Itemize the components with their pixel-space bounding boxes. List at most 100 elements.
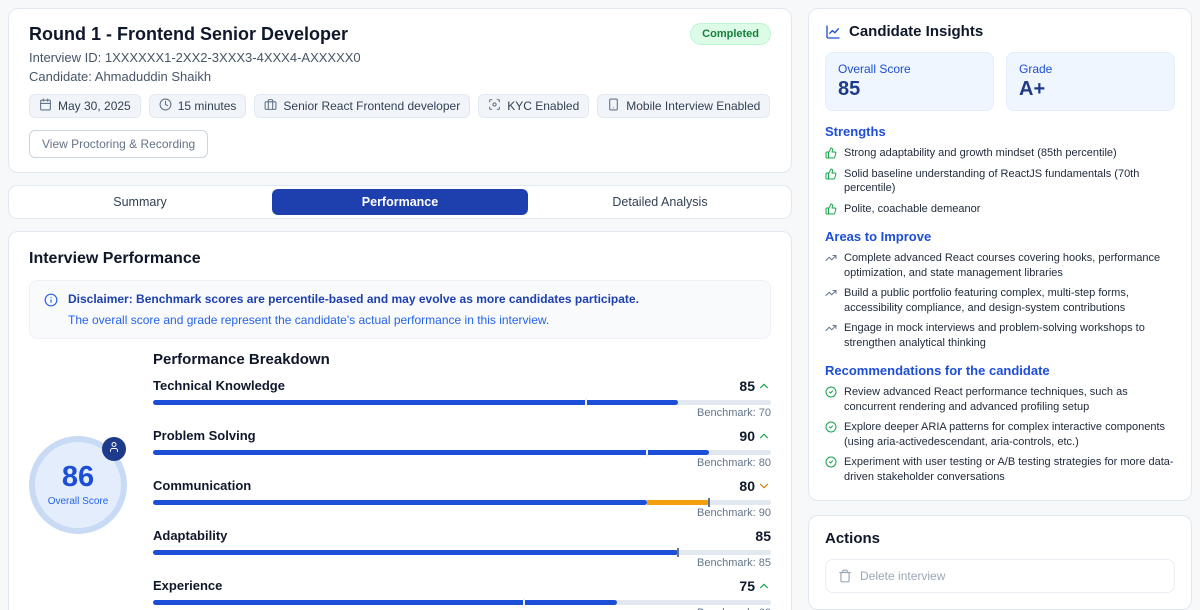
insight-item-text: Experiment with user testing or A/B test… (844, 455, 1175, 484)
chip-label: Mobile Interview Enabled (626, 99, 760, 113)
metric-label: Technical Knowledge (153, 378, 285, 393)
meta-chip: 15 minutes (149, 94, 247, 118)
trend-up-icon (757, 429, 771, 443)
stat-value: 85 (838, 78, 981, 101)
insight-item: Complete advanced React courses covering… (825, 251, 1175, 280)
stat-label: Grade (1019, 62, 1162, 76)
performance-title: Interview Performance (29, 250, 771, 268)
benchmark-tick (677, 548, 679, 557)
metric-progress-bar (153, 450, 771, 455)
trending-up-icon (825, 252, 837, 280)
metric-score: 85 (755, 528, 771, 544)
metric-label: Adaptability (153, 528, 227, 543)
chip-label: May 30, 2025 (58, 99, 131, 113)
insight-section: Recommendations for the candidate Review… (825, 363, 1175, 484)
insight-list: Strong adaptability and growth mindset (… (825, 146, 1175, 216)
trend-up-icon (757, 579, 771, 593)
check-circle-icon (825, 456, 837, 484)
chip-label: 15 minutes (178, 99, 237, 113)
performance-metric-row: Adaptability 85 Benchmark: 85 (153, 528, 771, 569)
metric-score: 80 (739, 478, 755, 494)
tab-performance[interactable]: Performance (272, 189, 528, 215)
check-circle-icon (825, 386, 837, 414)
disclaimer-line1: Disclaimer: Benchmark scores are percent… (68, 291, 639, 307)
grade-stat: Grade A+ (1006, 52, 1175, 111)
user-badge-icon (102, 437, 126, 461)
metric-benchmark-label: Benchmark: 70 (153, 407, 771, 419)
insight-item-text: Review advanced React performance techni… (844, 385, 1175, 414)
trend-down-icon (757, 479, 771, 493)
disclaimer-line2: The overall score and grade represent th… (68, 312, 639, 328)
insight-item: Engage in mock interviews and problem-so… (825, 321, 1175, 350)
delete-interview-label: Delete interview (860, 569, 945, 583)
tabs-bar: Summary Performance Detailed Analysis (8, 185, 792, 219)
overall-score-circle: 86 Overall Score (29, 436, 127, 534)
insight-item-text: Explore deeper ARIA patterns for complex… (844, 420, 1175, 449)
actions-title: Actions (825, 530, 1175, 547)
disclaimer-box: Disclaimer: Benchmark scores are percent… (29, 280, 771, 339)
interview-header-card: Round 1 - Frontend Senior Developer Comp… (8, 8, 792, 173)
calendar-icon (39, 98, 52, 114)
metric-progress-bar (153, 600, 771, 605)
metric-progress-bar (153, 400, 771, 405)
candidate-insights-card: Candidate Insights Overall Score 85 Grad… (808, 8, 1192, 501)
overall-score-stat: Overall Score 85 (825, 52, 994, 111)
candidate-name: Candidate: Ahmaduddin Shaikh (29, 69, 771, 84)
metric-label: Communication (153, 478, 251, 493)
insight-section-title: Strengths (825, 124, 1175, 139)
metric-progress-fill (153, 600, 617, 605)
metric-progress-fill (153, 400, 678, 405)
insight-item: Review advanced React performance techni… (825, 385, 1175, 414)
metric-benchmark-label: Benchmark: 80 (153, 457, 771, 469)
stat-label: Overall Score (838, 62, 981, 76)
metric-label: Experience (153, 578, 222, 593)
briefcase-icon (264, 98, 277, 114)
benchmark-tick (646, 448, 648, 457)
insight-item-text: Complete advanced React courses covering… (844, 251, 1175, 280)
metric-score: 90 (739, 428, 755, 444)
metric-score: 75 (739, 578, 755, 594)
actions-card: Actions Delete interview (808, 515, 1192, 610)
interview-performance-card: Interview Performance Disclaimer: Benchm… (8, 231, 792, 610)
scan-icon (488, 98, 501, 114)
view-proctoring-button[interactable]: View Proctoring & Recording (29, 130, 208, 158)
metric-progress-bar (153, 500, 771, 505)
insight-item-text: Engage in mock interviews and problem-so… (844, 321, 1175, 350)
metric-label: Problem Solving (153, 428, 256, 443)
delete-interview-button[interactable]: Delete interview (825, 559, 1175, 593)
info-icon (44, 291, 58, 328)
insight-item: Explore deeper ARIA patterns for complex… (825, 420, 1175, 449)
page-title: Round 1 - Frontend Senior Developer (29, 23, 348, 46)
thumbs-up-icon (825, 147, 837, 161)
chart-icon (825, 24, 841, 40)
check-circle-icon (825, 421, 837, 449)
tab-summary[interactable]: Summary (12, 189, 268, 215)
thumbs-up-icon (825, 203, 837, 217)
insight-section: Strengths Strong adaptability and growth… (825, 124, 1175, 216)
performance-metric-row: Problem Solving 90 Benchmark: 80 (153, 428, 771, 469)
metric-benchmark-label: Benchmark: 90 (153, 507, 771, 519)
overall-score-label: Overall Score (48, 496, 109, 507)
meta-chip: Mobile Interview Enabled (597, 94, 770, 118)
metric-benchmark-label: Benchmark: 85 (153, 557, 771, 569)
performance-metric-row: Experience 75 Benchmark: 60 (153, 578, 771, 610)
insights-title: Candidate Insights (849, 23, 983, 40)
meta-chips: May 30, 2025 15 minutes Senior React Fro… (29, 94, 771, 118)
benchmark-tick (708, 498, 710, 507)
metric-progress-fill (153, 500, 647, 505)
insight-list: Review advanced React performance techni… (825, 385, 1175, 484)
status-badge: Completed (690, 23, 771, 45)
insight-item: Strong adaptability and growth mindset (… (825, 146, 1175, 161)
overall-score-value: 86 (62, 463, 94, 492)
chip-label: Senior React Frontend developer (283, 99, 460, 113)
tab-detailed-analysis[interactable]: Detailed Analysis (532, 189, 788, 215)
metrics-list: Technical Knowledge 85 Benchmark: 70 Pro… (153, 378, 771, 610)
trend-up-icon (757, 379, 771, 393)
insight-item: Experiment with user testing or A/B test… (825, 455, 1175, 484)
insight-list: Complete advanced React courses covering… (825, 251, 1175, 350)
clock-icon (159, 98, 172, 114)
smartphone-icon (607, 98, 620, 114)
metric-progress-fill (153, 450, 709, 455)
insight-item: Solid baseline understanding of ReactJS … (825, 167, 1175, 196)
insight-item: Polite, coachable demeanor (825, 202, 1175, 217)
